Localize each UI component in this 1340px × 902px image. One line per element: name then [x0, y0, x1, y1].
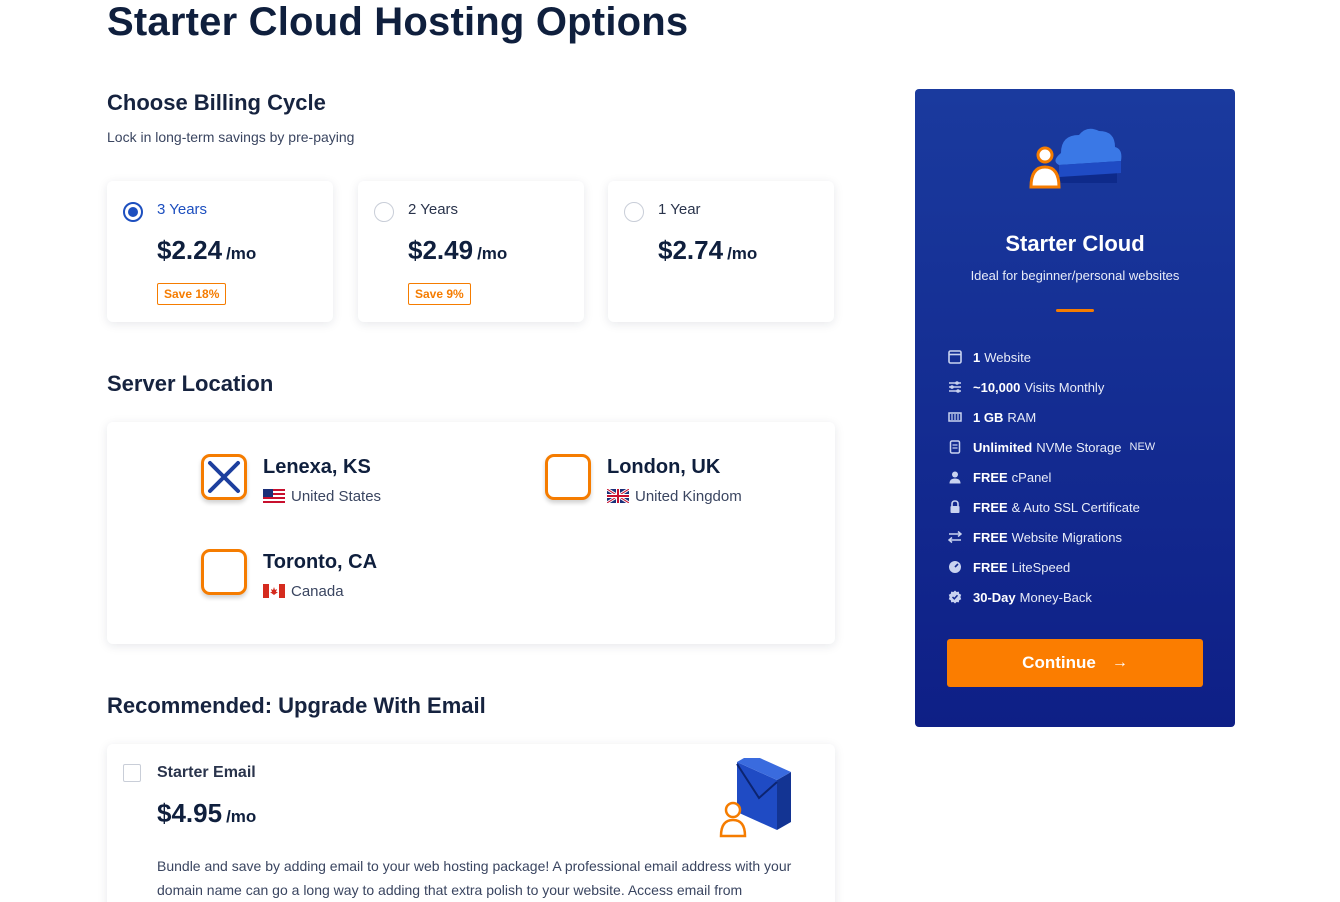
lock-icon [947, 499, 963, 515]
email-checkbox[interactable] [123, 764, 141, 782]
location-country: Canada [263, 583, 344, 600]
email-plan-name: Starter Email [157, 764, 256, 781]
location-city: London, UK [607, 456, 721, 478]
radio-button-checked[interactable] [123, 202, 143, 222]
feature-list: 1 Website ~10,000 Visits Monthly 1 GB RAM U… [947, 342, 1155, 612]
feature-item: Unlimited NVMe Storage NEW [947, 432, 1155, 462]
window-icon [947, 349, 963, 365]
plan-summary-panel: Starter Cloud Ideal for beginner/persona… [915, 89, 1235, 727]
feature-item: FREE cPanel [947, 462, 1155, 492]
cloud-hosting-icon [1029, 128, 1122, 189]
feature-item: 1 Website [947, 342, 1155, 372]
badge-icon [947, 589, 963, 605]
plan-name: Starter Cloud [1005, 231, 1145, 256]
location-country: United Kingdom [607, 488, 742, 505]
accent-divider [1056, 309, 1094, 312]
us-flag-icon [263, 489, 285, 503]
continue-button[interactable]: Continue → [947, 639, 1203, 687]
radio-button[interactable] [374, 202, 394, 222]
radio-button[interactable] [624, 202, 644, 222]
billing-section-title: Choose Billing Cycle [107, 90, 326, 115]
uk-flag-icon [607, 489, 629, 503]
feature-item: FREE & Auto SSL Certificate [947, 492, 1155, 522]
savings-badge: Save 9% [408, 283, 471, 305]
feature-item: 1 GB RAM [947, 402, 1155, 432]
savings-badge: Save 18% [157, 283, 227, 305]
email-upsell-card: Starter Email $4.95/mo Bundle and save b… [107, 744, 835, 902]
feature-item: FREE LiteSpeed [947, 552, 1155, 582]
transfer-icon [947, 529, 963, 545]
storage-icon [947, 439, 963, 455]
billing-option-2-years[interactable]: 2 Years $2.49/mo Save 9% [358, 181, 584, 322]
billing-price: $2.49/mo [408, 235, 508, 265]
billing-term: 2 Years [408, 201, 459, 218]
billing-option-1-year[interactable]: 1 Year $2.74/mo [608, 181, 834, 322]
sliders-icon [947, 379, 963, 395]
billing-term: 3 Years [157, 201, 208, 218]
location-checkbox-checked[interactable] [201, 454, 247, 500]
billing-term: 1 Year [658, 201, 701, 218]
user-icon [947, 469, 963, 485]
new-badge: NEW [1129, 441, 1156, 453]
location-section-title: Server Location [107, 371, 274, 396]
plan-tagline: Ideal for beginner/personal websites [970, 268, 1180, 283]
canada-flag-icon [263, 584, 285, 598]
location-city: Toronto, CA [263, 551, 378, 573]
feature-item: FREE Website Migrations [947, 522, 1155, 552]
arrow-right-icon: → [1111, 654, 1128, 671]
memory-icon [947, 409, 963, 425]
feature-item: ~10,000 Visits Monthly [947, 372, 1155, 402]
speed-icon [947, 559, 963, 575]
x-mark-icon [208, 461, 240, 493]
location-country: United States [263, 488, 381, 505]
billing-price: $2.24/mo [157, 235, 257, 265]
location-checkbox[interactable] [545, 454, 591, 500]
email-section-title: Recommended: Upgrade With Email [107, 693, 486, 718]
location-card: Lenexa, KS United States London, UK Unit… [107, 422, 835, 644]
email-description: Bundle and save by adding email to your … [157, 858, 792, 898]
email-envelope-icon [719, 758, 791, 838]
location-checkbox[interactable] [201, 549, 247, 595]
feature-item: 30-Day Money-Back [947, 582, 1155, 612]
billing-section-subtitle: Lock in long-term savings by pre-paying [107, 129, 355, 145]
page-title: Starter Cloud Hosting Options [107, 0, 689, 44]
location-city: Lenexa, KS [263, 456, 371, 478]
email-price: $4.95/mo [157, 798, 257, 828]
billing-price: $2.74/mo [658, 235, 758, 265]
billing-option-3-years[interactable]: 3 Years $2.24/mo Save 18% [107, 181, 333, 322]
